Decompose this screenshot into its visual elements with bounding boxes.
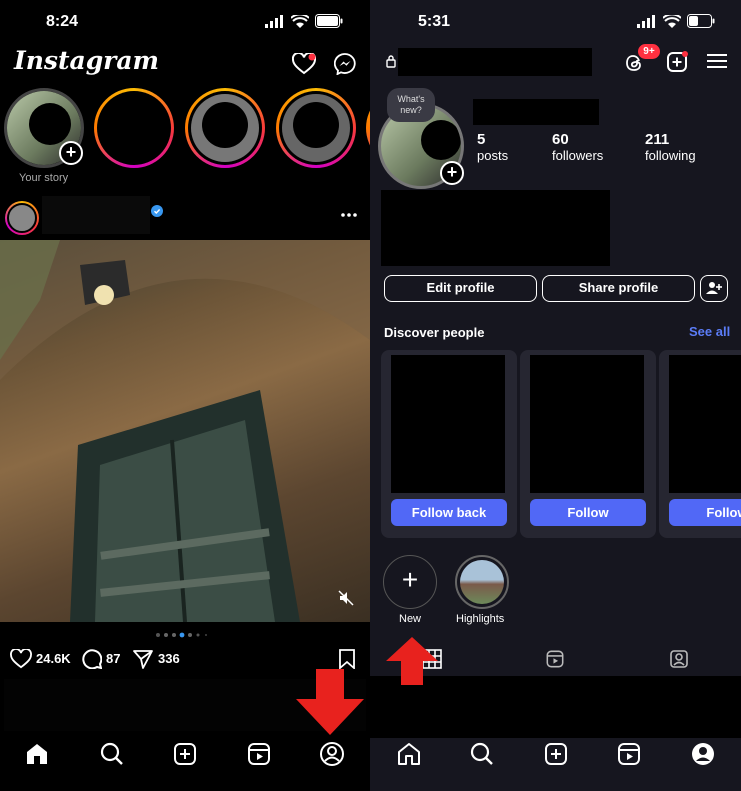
threads-badge: 9+ bbox=[638, 44, 660, 59]
redacted-usernames bbox=[88, 172, 366, 188]
battery-icon bbox=[315, 14, 343, 28]
home-icon[interactable] bbox=[24, 741, 50, 767]
new-highlight-label: New bbox=[399, 613, 422, 625]
your-story[interactable]: + bbox=[4, 88, 84, 168]
redacted-card-content bbox=[669, 355, 741, 493]
search-icon[interactable] bbox=[469, 741, 495, 767]
feed-screen: 8:24 Instagram + Your story 24.6K 87 336 bbox=[0, 0, 370, 791]
tagged-tab-icon[interactable] bbox=[669, 649, 689, 669]
carousel-dots bbox=[156, 632, 207, 638]
signal-icon bbox=[637, 14, 655, 28]
post-image[interactable] bbox=[0, 240, 370, 622]
edit-profile-button[interactable]: Edit profile bbox=[384, 275, 537, 302]
wifi-icon bbox=[663, 14, 681, 28]
reels-tab-icon[interactable] bbox=[545, 649, 565, 669]
post-author-avatar[interactable] bbox=[5, 201, 39, 235]
lock-icon bbox=[386, 55, 396, 68]
share-icon[interactable] bbox=[133, 649, 153, 669]
follow-button[interactable]: Follow bbox=[530, 499, 646, 526]
new-highlight-button[interactable]: + bbox=[383, 555, 437, 609]
see-all-link[interactable]: See all bbox=[689, 324, 730, 339]
followers-label[interactable]: followers bbox=[552, 148, 603, 163]
discover-people-title: Discover people bbox=[384, 325, 485, 340]
heart-icon[interactable] bbox=[292, 53, 316, 75]
mute-icon[interactable] bbox=[338, 590, 354, 606]
posts-label[interactable]: posts bbox=[477, 148, 508, 163]
add-person-icon bbox=[706, 282, 722, 294]
search-icon[interactable] bbox=[99, 741, 125, 767]
share-profile-button[interactable]: Share profile bbox=[542, 275, 695, 302]
status-icons bbox=[265, 14, 343, 28]
comment-count[interactable]: 87 bbox=[106, 651, 120, 666]
profile-icon[interactable] bbox=[690, 741, 716, 767]
follow-button[interactable]: Follow bbox=[669, 499, 741, 526]
comment-icon[interactable] bbox=[82, 649, 102, 669]
status-time: 5:31 bbox=[418, 13, 451, 30]
story-item[interactable] bbox=[185, 88, 265, 168]
redacted-author bbox=[42, 196, 150, 234]
redacted-card-content bbox=[530, 355, 644, 493]
follow-back-button[interactable]: Follow back bbox=[391, 499, 507, 526]
create-icon[interactable] bbox=[172, 741, 198, 767]
reels-icon[interactable] bbox=[246, 741, 272, 767]
followers-count[interactable]: 60 bbox=[552, 131, 569, 148]
annotation-arrow-up-icon bbox=[386, 637, 438, 685]
add-story-icon[interactable]: + bbox=[59, 141, 83, 165]
bookmark-icon[interactable] bbox=[339, 649, 355, 669]
reels-icon[interactable] bbox=[616, 741, 642, 767]
redacted-username[interactable] bbox=[398, 48, 592, 76]
share-count[interactable]: 336 bbox=[158, 651, 180, 666]
wifi-icon bbox=[291, 14, 309, 28]
highlight-item[interactable] bbox=[455, 555, 509, 609]
story-item[interactable] bbox=[94, 88, 174, 168]
instagram-logo[interactable]: Instagram bbox=[14, 46, 159, 75]
suggestion-card[interactable]: Follow bbox=[659, 350, 741, 538]
battery-icon bbox=[687, 14, 715, 28]
status-time: 8:24 bbox=[46, 13, 79, 30]
redacted-card-content bbox=[391, 355, 505, 493]
like-count[interactable]: 24.6K bbox=[36, 651, 71, 666]
home-icon[interactable] bbox=[396, 741, 422, 767]
redacted-display-name bbox=[473, 99, 599, 125]
suggestion-card[interactable]: Follow bbox=[520, 350, 656, 538]
highlight-label: Highlights bbox=[456, 613, 505, 625]
add-story-icon[interactable]: + bbox=[440, 161, 464, 185]
create-icon[interactable] bbox=[543, 741, 569, 767]
profile-icon[interactable] bbox=[319, 741, 345, 767]
discover-people-button[interactable] bbox=[700, 275, 728, 302]
posts-count[interactable]: 5 bbox=[477, 131, 485, 148]
signal-icon bbox=[265, 14, 283, 28]
story-item[interactable] bbox=[276, 88, 356, 168]
redacted-posts-grid bbox=[370, 676, 741, 738]
create-icon[interactable] bbox=[666, 51, 688, 73]
like-icon[interactable] bbox=[10, 649, 32, 669]
redacted-bio bbox=[381, 190, 610, 266]
annotation-arrow-down-icon bbox=[296, 669, 364, 735]
messenger-icon[interactable] bbox=[334, 53, 356, 75]
suggestion-card[interactable]: Follow back bbox=[381, 350, 517, 538]
more-icon[interactable] bbox=[341, 213, 357, 217]
verified-badge-icon bbox=[151, 205, 163, 217]
menu-icon[interactable] bbox=[707, 53, 727, 69]
following-label[interactable]: following bbox=[645, 148, 696, 163]
note-bubble[interactable]: What's new? bbox=[387, 88, 435, 122]
your-story-label: Your story bbox=[19, 172, 69, 184]
following-count[interactable]: 211 bbox=[645, 131, 669, 148]
profile-screen: 5:31 9+ + What's new? 5 posts 60 followe… bbox=[370, 0, 741, 791]
status-icons bbox=[637, 14, 715, 28]
